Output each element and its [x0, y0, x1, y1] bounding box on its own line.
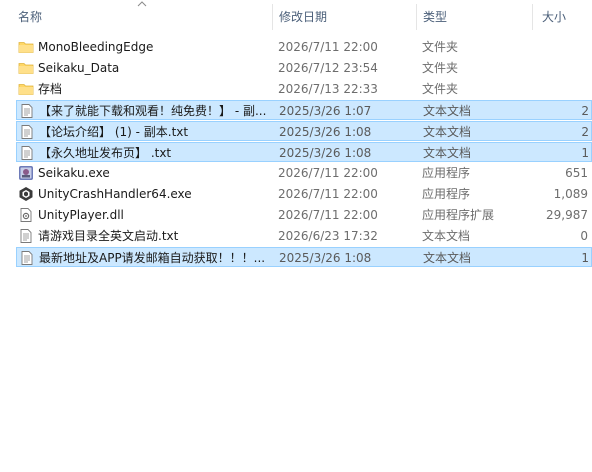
file-name: Seikaku.exe — [38, 166, 110, 180]
file-type: 文件夹 — [422, 61, 459, 75]
file-date: 2026/7/12 23:54 — [278, 61, 378, 75]
file-type: 文本文档 — [423, 125, 472, 139]
text-file-icon — [19, 103, 35, 119]
file-name: 【永久地址发布页】 .txt — [39, 146, 172, 160]
file-type: 文本文档 — [423, 251, 472, 265]
folder-icon — [18, 60, 34, 76]
file-row-selected[interactable]: 最新地址及APP请发邮箱自动获取！！！... 2025/3/26 1:08 文本… — [16, 247, 592, 267]
file-size — [532, 37, 588, 57]
file-date: 2026/7/13 22:33 — [278, 82, 378, 96]
file-type: 应用程序 — [422, 166, 471, 180]
file-name: UnityCrashHandler64.exe — [38, 187, 192, 201]
file-row[interactable]: 存档 2026/7/13 22:33 文件夹 — [16, 79, 592, 99]
file-row-selected[interactable]: 【永久地址发布页】 .txt 2025/3/26 1:08 文本文档 1 — [16, 142, 592, 162]
file-name: 最新地址及APP请发邮箱自动获取！！！... — [39, 251, 266, 265]
file-row[interactable]: MonoBleedingEdge 2026/7/11 22:00 文件夹 — [16, 37, 592, 57]
file-name: MonoBleedingEdge — [38, 40, 154, 54]
file-type: 文本文档 — [422, 229, 471, 243]
file-row-selected[interactable]: 【论坛介绍】 (1) - 副本.txt 2025/3/26 1:08 文本文档 … — [16, 121, 592, 141]
column-header-date[interactable]: 修改日期 — [279, 0, 327, 34]
file-date: 2026/7/11 22:00 — [278, 208, 378, 222]
file-type: 文件夹 — [422, 40, 459, 54]
file-size: 1 — [581, 251, 589, 265]
column-header-size[interactable]: 大小 — [542, 0, 566, 34]
column-divider[interactable] — [532, 4, 533, 30]
file-type: 应用程序 — [422, 187, 471, 201]
text-file-icon — [19, 145, 35, 161]
file-date: 2026/7/11 22:00 — [278, 187, 378, 201]
sort-ascending-icon[interactable] — [136, 0, 148, 8]
file-size — [532, 79, 588, 99]
file-date: 2025/3/26 1:08 — [279, 251, 372, 265]
file-date: 2025/3/26 1:07 — [279, 104, 372, 118]
folder-icon — [18, 81, 34, 97]
file-type: 文本文档 — [423, 146, 472, 160]
file-name: Seikaku_Data — [38, 61, 120, 75]
column-divider[interactable] — [416, 4, 417, 30]
file-name: 请游戏目录全英文启动.txt — [38, 229, 179, 243]
folder-icon — [18, 39, 34, 55]
column-header-bar: 名称 修改日期 类型 大小 — [0, 0, 592, 34]
file-name: 【论坛介绍】 (1) - 副本.txt — [39, 125, 189, 139]
file-size: 29,987 — [546, 208, 588, 222]
column-divider[interactable] — [272, 4, 273, 30]
file-row-selected[interactable]: 【来了就能下载和观看！纯免费！】 - 副... 2025/3/26 1:07 文… — [16, 100, 592, 120]
file-type: 文件夹 — [422, 82, 459, 96]
file-name: UnityPlayer.dll — [38, 208, 124, 222]
file-size: 2 — [581, 104, 589, 118]
column-header-name[interactable]: 名称 — [18, 0, 42, 34]
file-row[interactable]: Seikaku.exe 2026/7/11 22:00 应用程序 651 — [16, 163, 592, 183]
column-header-type[interactable]: 类型 — [423, 0, 447, 34]
file-row[interactable]: UnityPlayer.dll 2026/7/11 22:00 应用程序扩展 2… — [16, 205, 592, 225]
file-date: 2026/7/11 22:00 — [278, 40, 378, 54]
file-name: 存档 — [38, 82, 63, 96]
file-size: 2 — [581, 125, 589, 139]
text-file-icon — [19, 124, 35, 140]
file-size: 0 — [580, 229, 588, 243]
file-date: 2026/6/23 17:32 — [278, 229, 378, 243]
file-date: 2025/3/26 1:08 — [279, 146, 372, 160]
file-size — [532, 58, 588, 78]
text-file-icon — [19, 250, 35, 266]
dll-file-icon — [18, 207, 34, 223]
file-row[interactable]: UnityCrashHandler64.exe 2026/7/11 22:00 … — [16, 184, 592, 204]
file-type: 文本文档 — [423, 104, 472, 118]
file-date: 2026/7/11 22:00 — [278, 166, 378, 180]
file-row[interactable]: Seikaku_Data 2026/7/12 23:54 文件夹 — [16, 58, 592, 78]
file-date: 2025/3/26 1:08 — [279, 125, 372, 139]
file-name: 【来了就能下载和观看！纯免费！】 - 副... — [39, 104, 267, 118]
app-exe-icon — [18, 165, 34, 181]
file-size: 1,089 — [553, 187, 588, 201]
file-size: 1 — [581, 146, 589, 160]
unity-icon — [18, 186, 34, 202]
file-row[interactable]: 请游戏目录全英文启动.txt 2026/6/23 17:32 文本文档 0 — [16, 226, 592, 246]
file-size: 651 — [565, 166, 588, 180]
file-type: 应用程序扩展 — [422, 208, 495, 222]
text-file-icon — [18, 228, 34, 244]
